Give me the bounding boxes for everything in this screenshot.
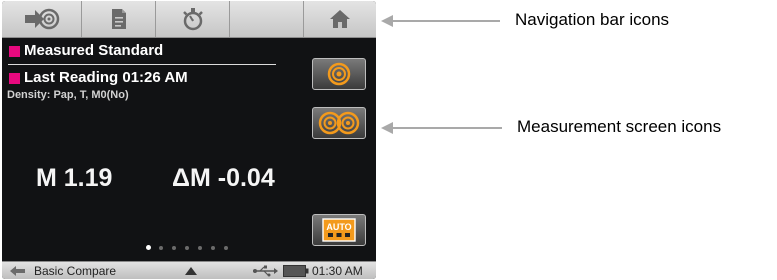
- auto-icon: AUTO: [322, 218, 356, 242]
- mode-label: Basic Compare: [34, 264, 117, 278]
- navigation-bar: [2, 1, 376, 38]
- battery-icon: [283, 265, 309, 277]
- nav-home-button[interactable]: [304, 1, 376, 37]
- measurement-callout-arrow: [381, 122, 393, 134]
- nav-timer-button[interactable]: [156, 1, 230, 37]
- up-triangle-icon[interactable]: [185, 267, 197, 275]
- document-icon: [111, 9, 126, 29]
- nav-callout-arrow: [381, 15, 393, 27]
- nav-blank-button[interactable]: [230, 1, 304, 37]
- device-screen: Measured Standard Last Reading 01:26 AM …: [2, 1, 376, 279]
- page-dot[interactable]: [159, 246, 163, 250]
- home-icon: [330, 10, 350, 28]
- double-target-icon: [318, 111, 360, 135]
- last-reading-marker: [9, 73, 20, 84]
- density-label: Density: Pap, T, M0(No): [7, 89, 129, 101]
- measured-standard-title: Measured Standard: [24, 42, 164, 59]
- usb-icon: [253, 265, 278, 277]
- measurement-callout-line: [392, 127, 502, 129]
- page-dot[interactable]: [198, 246, 202, 250]
- nav-document-button[interactable]: [82, 1, 156, 37]
- page-dot[interactable]: [172, 246, 176, 250]
- status-bar: Basic Compare 01:30 AM: [2, 261, 376, 279]
- page-dot[interactable]: [211, 246, 215, 250]
- title-divider: [8, 64, 276, 65]
- page-dot[interactable]: [146, 245, 151, 250]
- nav-callout-label: Navigation bar icons: [515, 10, 670, 29]
- page-dot[interactable]: [185, 246, 189, 250]
- page-dot[interactable]: [224, 246, 228, 250]
- measurement-callout-label: Measurement screen icons: [517, 117, 722, 136]
- last-reading-label: Last Reading 01:26 AM: [24, 69, 188, 86]
- measure-icon: [24, 8, 59, 30]
- reading-delta: ΔM -0.04: [172, 164, 275, 192]
- clock-label: 01:30 AM: [312, 264, 363, 278]
- target-icon: [327, 62, 351, 86]
- reading-value: M 1.19: [36, 164, 113, 192]
- back-arrow-icon[interactable]: [8, 264, 28, 278]
- auto-button[interactable]: AUTO: [312, 214, 366, 246]
- target-button[interactable]: [312, 58, 366, 90]
- nav-measure-button[interactable]: [2, 1, 82, 37]
- double-target-button[interactable]: [312, 107, 366, 139]
- timer-icon: [182, 8, 203, 31]
- auto-label: AUTO: [326, 222, 351, 232]
- title-marker: [9, 46, 20, 57]
- nav-callout-line: [392, 20, 500, 22]
